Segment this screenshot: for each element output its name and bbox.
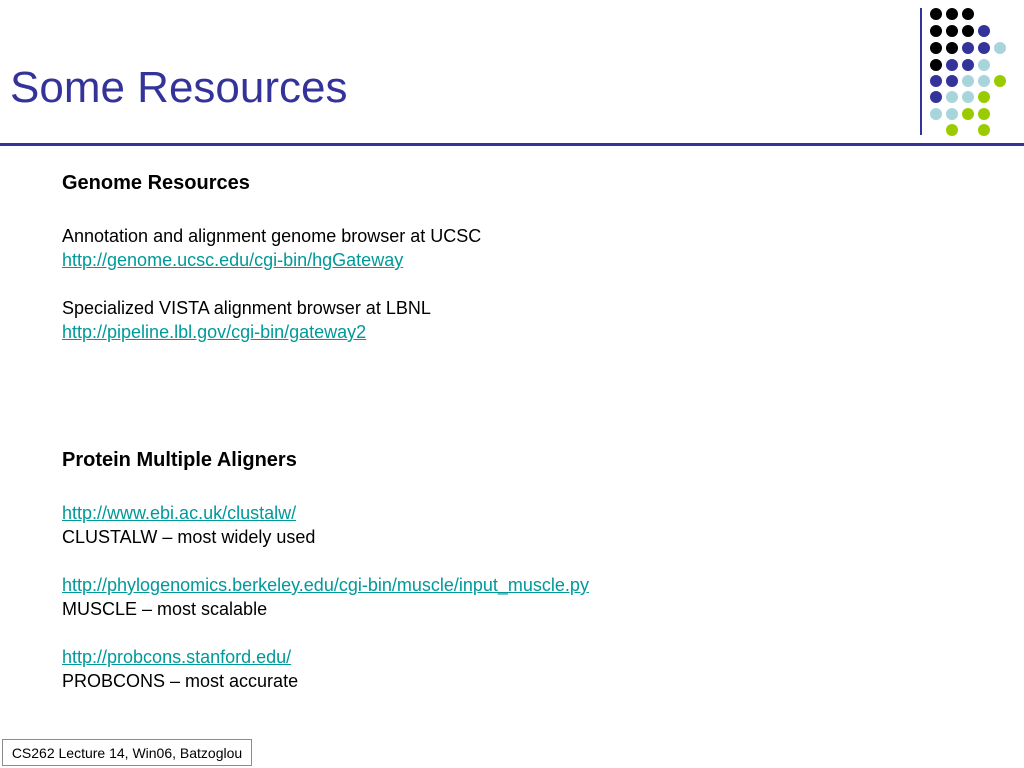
decorative-dot — [978, 25, 990, 37]
ucsc-link[interactable]: http://genome.ucsc.edu/cgi-bin/hgGateway — [62, 249, 403, 271]
ucsc-description: Annotation and alignment genome browser … — [62, 226, 482, 246]
slide-body: Genome Resources Annotation and alignmen… — [62, 0, 962, 720]
clustalw-link[interactable]: http://www.ebi.ac.uk/clustalw/ — [62, 502, 296, 524]
decorative-dot — [978, 91, 990, 103]
decorative-dot — [978, 124, 990, 136]
probcons-description: PROBCONS – most accurate — [62, 671, 299, 691]
decorative-dot — [962, 59, 974, 71]
decorative-dot — [994, 75, 1006, 87]
probcons-link[interactable]: http://probcons.stanford.edu/ — [62, 646, 291, 668]
muscle-link[interactable]: http://phylogenomics.berkeley.edu/cgi-bi… — [62, 574, 589, 596]
decorative-dot — [978, 42, 990, 54]
decorative-dot — [962, 8, 974, 20]
decorative-dot — [962, 108, 974, 120]
muscle-description: MUSCLE – most scalable — [62, 599, 268, 619]
protein-aligners-heading: Protein Multiple Aligners — [62, 449, 297, 471]
decorative-dot — [962, 91, 974, 103]
decorative-dot — [978, 75, 990, 87]
decorative-dot — [962, 75, 974, 87]
clustalw-description: CLUSTALW – most widely used — [62, 527, 316, 547]
decorative-dot — [962, 25, 974, 37]
vista-description: Specialized VISTA alignment browser at L… — [62, 298, 431, 318]
decorative-dot — [978, 59, 990, 71]
genome-resources-heading: Genome Resources — [62, 172, 250, 194]
vista-link[interactable]: http://pipeline.lbl.gov/cgi-bin/gateway2 — [62, 321, 366, 343]
decorative-dot — [978, 108, 990, 120]
decorative-dot — [994, 42, 1006, 54]
slide-footer: CS262 Lecture 14, Win06, Batzoglou — [2, 739, 252, 766]
decorative-dot — [962, 42, 974, 54]
